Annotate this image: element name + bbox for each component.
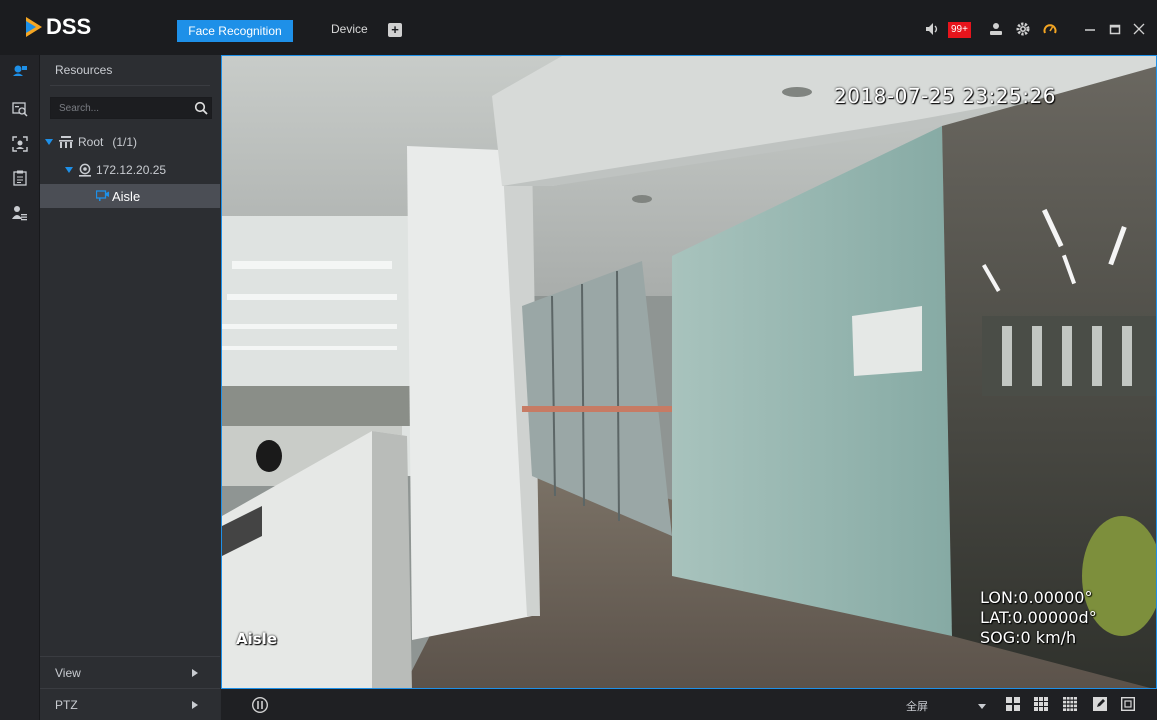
tree-count-root: (1/1) bbox=[112, 135, 138, 149]
expand-right-icon[interactable] bbox=[192, 668, 198, 677]
speaker-icon[interactable] bbox=[925, 20, 941, 38]
nav-rail bbox=[0, 55, 40, 720]
tree-node-device[interactable]: 172.12.20.25 bbox=[40, 158, 220, 182]
tab-device[interactable]: Device bbox=[331, 22, 368, 36]
tree-node-channel[interactable]: Aisle bbox=[40, 184, 220, 208]
search-icon[interactable] bbox=[194, 101, 208, 115]
osd-channel-name: Aisle bbox=[236, 630, 277, 648]
osd-timestamp: 2018-07-25 23:25:26 bbox=[834, 84, 1056, 108]
person-library-icon[interactable] bbox=[12, 205, 28, 221]
face-search-icon[interactable] bbox=[12, 101, 28, 117]
panel-divider bbox=[50, 85, 210, 86]
scale-value: 全屏 bbox=[906, 701, 928, 713]
device-icon bbox=[79, 163, 91, 177]
panel-header: Resources bbox=[40, 55, 220, 85]
face-monitor-icon[interactable] bbox=[12, 63, 28, 79]
tab-face-recognition[interactable]: Face Recognition bbox=[177, 20, 293, 42]
fullscreen-icon[interactable] bbox=[1121, 697, 1135, 711]
tree-label-channel: Aisle bbox=[112, 188, 141, 204]
osd-sog: SOG:0 km/h bbox=[980, 628, 1077, 647]
osd-lon: LON:0.00000° bbox=[980, 588, 1093, 607]
app-logo: DSS bbox=[24, 14, 91, 40]
layout-9-icon[interactable] bbox=[1034, 697, 1048, 711]
search-box[interactable] bbox=[50, 97, 212, 119]
layout-16-icon[interactable] bbox=[1063, 697, 1077, 711]
gear-icon[interactable] bbox=[1016, 20, 1030, 38]
view-section[interactable]: View bbox=[40, 656, 220, 688]
chevron-down-icon[interactable] bbox=[978, 704, 986, 709]
ptz-label: PTZ bbox=[55, 697, 78, 712]
add-tab-button[interactable]: + bbox=[388, 23, 402, 37]
minimize-icon[interactable] bbox=[1084, 20, 1096, 38]
view-label: View bbox=[55, 665, 81, 680]
osd-lat: LAT:0.00000d° bbox=[980, 608, 1097, 627]
face-capture-icon[interactable] bbox=[12, 136, 28, 152]
title-bar: DSS Face Recognition Device + 99+ bbox=[0, 0, 1157, 55]
ptz-section[interactable]: PTZ bbox=[40, 688, 220, 720]
tree-node-root[interactable]: Root (1/1) bbox=[40, 130, 220, 154]
tree-label-device: 172.12.20.25 bbox=[96, 163, 167, 177]
maximize-icon[interactable] bbox=[1109, 20, 1121, 38]
search-input[interactable] bbox=[59, 100, 179, 116]
org-icon bbox=[59, 136, 73, 148]
gauge-icon[interactable] bbox=[1043, 20, 1057, 38]
edit-layout-icon[interactable] bbox=[1093, 697, 1107, 711]
logo-mark-icon bbox=[26, 17, 42, 37]
alarm-badge[interactable]: 99+ bbox=[948, 22, 971, 38]
user-icon[interactable] bbox=[989, 20, 1003, 38]
snapshot-icon[interactable] bbox=[251, 696, 269, 714]
tree-label-root: Root bbox=[78, 135, 104, 149]
video-window[interactable]: 2018-07-25 23:25:26 Aisle LON:0.00000° L… bbox=[221, 55, 1157, 689]
close-icon[interactable] bbox=[1133, 20, 1145, 38]
expand-caret-icon[interactable] bbox=[65, 167, 73, 173]
panel-title: Resources bbox=[55, 63, 113, 77]
expand-caret-icon[interactable] bbox=[45, 139, 53, 145]
logo-text: DSS bbox=[46, 14, 92, 39]
resource-panel: Resources Root (1/1) 172.12.20.25 Aisle … bbox=[40, 55, 220, 720]
camera-channel-icon bbox=[96, 190, 109, 201]
bottom-toolbar: 全屏 bbox=[221, 689, 1157, 720]
report-icon[interactable] bbox=[12, 170, 28, 186]
scale-select[interactable]: 全屏 bbox=[906, 698, 996, 714]
layout-4-icon[interactable] bbox=[1006, 697, 1020, 711]
expand-right-icon[interactable] bbox=[192, 700, 198, 709]
